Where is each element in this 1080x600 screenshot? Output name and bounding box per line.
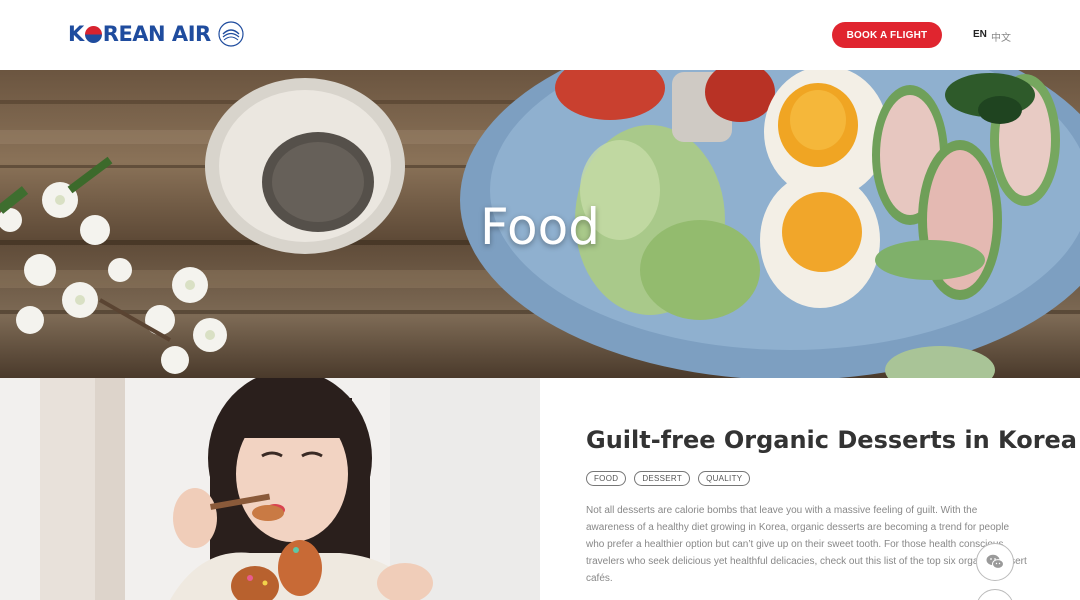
tag-quality[interactable]: QUALITY: [698, 471, 751, 486]
tag-food[interactable]: FOOD: [586, 471, 627, 486]
book-a-flight-button[interactable]: BOOK A FLIGHT: [832, 22, 942, 48]
language-zh-link[interactable]: 中文: [991, 29, 1011, 44]
article-excerpt: Not all desserts are calorie bombs that …: [586, 505, 1027, 584]
site-header: K REAN AIR BOOK A FLIGHT EN 中文: [0, 0, 1080, 70]
taegeuk-logo-icon: [218, 21, 244, 47]
hero-title: Food: [480, 198, 600, 256]
logo-wordmark: K REAN AIR: [68, 22, 211, 46]
hero-banner: Food: [0, 70, 1080, 378]
wechat-icon: [986, 554, 1004, 569]
article-title[interactable]: Guilt-free Organic Desserts in Korea: [586, 426, 1077, 454]
tag-dessert[interactable]: DESSERT: [634, 471, 691, 486]
language-en-link[interactable]: EN: [973, 29, 987, 40]
wechat-share-button[interactable]: [976, 543, 1014, 581]
korean-air-logo[interactable]: K REAN AIR: [68, 18, 245, 50]
article-photo[interactable]: [0, 378, 540, 600]
tag-list: FOOD DESSERT QUALITY: [586, 471, 751, 486]
woman-eating-dessert-image: [0, 378, 540, 600]
